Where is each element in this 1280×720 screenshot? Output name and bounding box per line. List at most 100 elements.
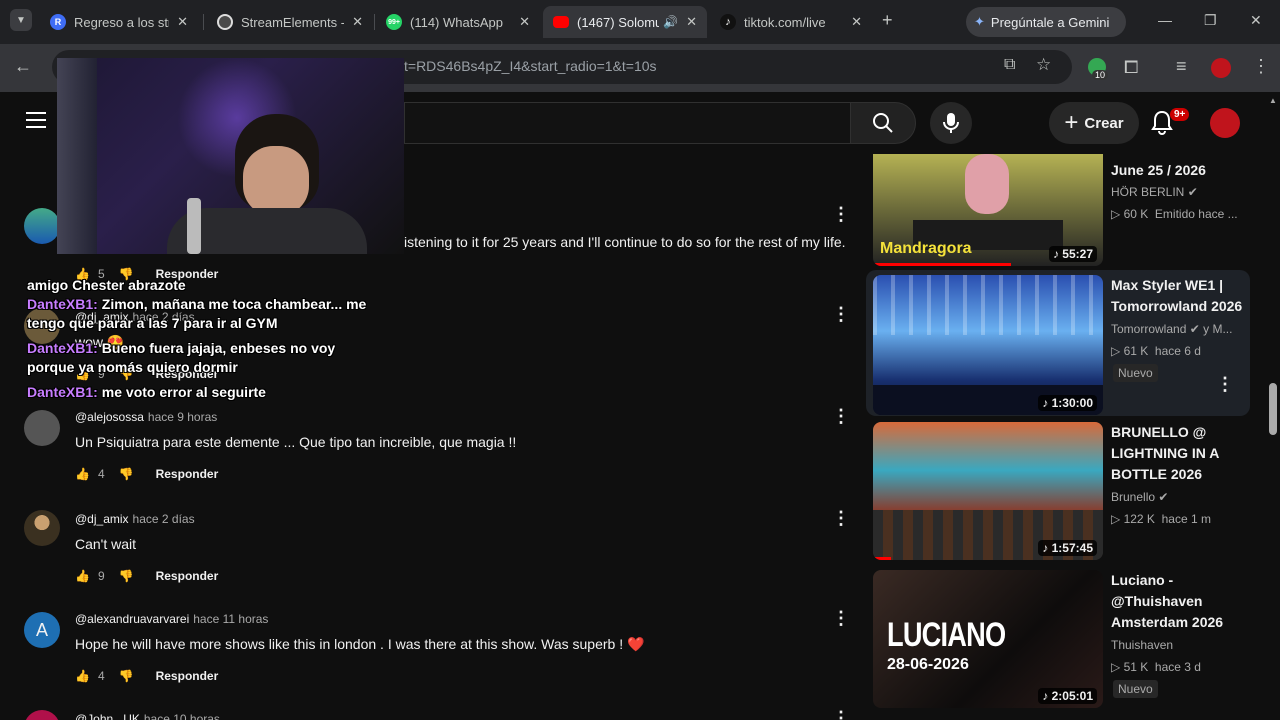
voice-search-button[interactable] [930, 102, 972, 144]
minimize-button[interactable]: — [1158, 12, 1172, 28]
comment-menu-icon[interactable]: ⋮ [832, 304, 850, 325]
recommendation-item[interactable]: ♪ 1:30:00 Max Styler WE1 | Tomorrowland … [866, 270, 1250, 416]
channel-name[interactable]: Thuishaven [1111, 638, 1173, 652]
whatsapp-icon: 99+ [386, 14, 402, 30]
comment-menu-icon[interactable]: ⋮ [832, 204, 850, 225]
recommendation-item[interactable]: Mandragora ♪ 55:27 June 25 / 2026 HÖR BE… [866, 154, 1250, 286]
puzzle-extensions-icon[interactable]: ⧠ [1124, 57, 1138, 78]
comment-time[interactable]: hace 10 horas [144, 712, 220, 720]
install-app-icon[interactable]: ⧉ [1004, 56, 1015, 74]
channel-name[interactable]: Brunello ✔ [1111, 490, 1168, 504]
chat-user: DanteXB1: [27, 340, 98, 356]
tab-favicon: R [50, 14, 66, 30]
video-meta: ▷ 122 K hace 1 m [1111, 512, 1211, 526]
comment-time[interactable]: hace 11 horas [193, 612, 268, 626]
verified-icon: ✔ [1187, 185, 1198, 199]
recommendation-item[interactable]: ♪ 1:57:45 BRUNELLO @ LIGHTNING IN A BOTT… [866, 422, 1250, 568]
tab-streamelements[interactable]: StreamElements - ✕ [207, 6, 373, 38]
channel-name[interactable]: Tomorrowland ✔ y M... [1111, 322, 1232, 336]
video-duration: ♪ 1:57:45 [1038, 540, 1097, 556]
browser-tab-strip: ▼ R Regreso a los stre ✕ StreamElements … [0, 0, 1280, 44]
video-thumbnail[interactable]: ♪ 1:57:45 [873, 422, 1103, 560]
streamer-webcam-overlay [57, 58, 404, 254]
restore-button[interactable]: ❐ [1204, 12, 1217, 29]
create-label: Crear [1084, 114, 1124, 132]
comment-avatar[interactable] [24, 510, 60, 546]
close-icon[interactable]: ✕ [851, 14, 862, 30]
comment-menu-icon[interactable]: ⋮ [832, 608, 850, 629]
comment-menu-icon[interactable]: ⋮ [832, 508, 850, 529]
hamburger-menu-icon[interactable] [26, 112, 46, 128]
recommendation-item[interactable]: LUCIANO 28-06-2026 ♪ 2:05:01 Luciano - @… [866, 570, 1250, 716]
chat-message: DanteXB1: me voto error al seguirte [27, 383, 367, 402]
close-icon[interactable]: ✕ [686, 14, 697, 30]
like-icon[interactable]: 👍 [75, 467, 90, 481]
comment-avatar[interactable] [24, 410, 60, 446]
channel-name[interactable]: HÖR BERLIN ✔ [1111, 185, 1198, 199]
comment-avatar[interactable] [24, 710, 60, 720]
back-arrow-icon[interactable]: ← [14, 56, 32, 77]
like-icon[interactable]: 👍 [75, 569, 90, 583]
video-title[interactable]: Luciano - @Thuishaven Amsterdam 2026 [1111, 570, 1246, 633]
video-thumbnail[interactable]: Mandragora ♪ 55:27 [873, 154, 1103, 266]
comment-time[interactable]: hace 9 horas [148, 410, 217, 424]
scroll-up-arrow[interactable]: ▲ [1269, 96, 1277, 105]
comment-avatar[interactable] [24, 208, 60, 244]
close-icon[interactable]: ✕ [177, 14, 188, 30]
like-count: 4 [97, 467, 105, 481]
comment-author[interactable]: @alexandruavarvarei [75, 612, 189, 626]
dislike-icon[interactable]: 👎 [119, 467, 134, 481]
video-title[interactable]: BRUNELLO @ LIGHTNING IN A BOTTLE 2026 [1111, 422, 1246, 485]
comment-text: Un Psiquiatra para este demente ... Que … [75, 434, 517, 450]
account-avatar[interactable] [1210, 108, 1240, 138]
url-text[interactable]: t=RDS46Bs4pZ_I4&start_radio=1&t=10s [404, 58, 657, 74]
comment-menu-icon[interactable]: ⋮ [832, 708, 850, 720]
browser-menu-icon[interactable]: ⋮ [1252, 56, 1270, 77]
like-icon[interactable]: 👍 [75, 669, 90, 683]
reply-button[interactable]: Responder [156, 569, 219, 583]
tab-tiktok[interactable]: ♪ tiktok.com/live ✕ [710, 6, 872, 38]
video-thumbnail[interactable]: ♪ 1:30:00 [873, 275, 1103, 415]
search-input[interactable] [404, 102, 850, 144]
reply-button[interactable]: Responder [156, 467, 219, 481]
dislike-icon[interactable]: 👎 [119, 569, 134, 583]
reply-button[interactable]: Responder [156, 669, 219, 683]
comment-avatar[interactable]: A [24, 612, 60, 648]
comment-time[interactable]: hace 2 días [133, 512, 195, 526]
speaker-icon[interactable]: 🔊 [663, 15, 678, 29]
comment-author[interactable]: @dj_amix [75, 512, 129, 526]
comment-author[interactable]: @alejosossa [75, 410, 144, 424]
gemini-button[interactable]: ✦ Pregúntale a Gemini [966, 7, 1126, 37]
gemini-label: Pregúntale a Gemini [990, 14, 1110, 30]
close-icon[interactable]: ✕ [519, 14, 530, 30]
close-icon[interactable]: ✕ [352, 14, 363, 30]
comment-header: @John...UK hace 10 horas [75, 712, 220, 720]
plus-icon: + [1064, 109, 1079, 136]
comment-header: @alexandruavarvarei hace 11 horas [75, 612, 268, 626]
tab-title: (114) WhatsApp [410, 14, 503, 30]
video-title[interactable]: June 25 / 2026 [1111, 160, 1246, 181]
tab-whatsapp[interactable]: 99+ (114) WhatsApp ✕ [376, 6, 540, 38]
media-controls-icon[interactable]: ≡ [1176, 56, 1187, 77]
video-menu-icon[interactable]: ⋮ [1216, 374, 1234, 395]
tab-title: (1467) Solomu [577, 14, 660, 30]
gemini-sparkle-icon: ✦ [974, 14, 985, 29]
video-thumbnail[interactable]: LUCIANO 28-06-2026 ♪ 2:05:01 [873, 570, 1103, 708]
comment-author[interactable]: @John...UK [75, 712, 140, 720]
streamelements-icon [217, 14, 233, 30]
new-tab-button[interactable]: + [882, 10, 893, 31]
create-button[interactable]: + Crear [1049, 102, 1139, 144]
bookmark-star-icon[interactable]: ☆ [1036, 55, 1051, 75]
tab-search-button[interactable]: ▼ [10, 9, 32, 31]
window-close-button[interactable]: ✕ [1250, 12, 1262, 29]
search-button[interactable] [850, 102, 916, 144]
comment-menu-icon[interactable]: ⋮ [832, 406, 850, 427]
comment-header: @dj_amix hace 2 días [75, 512, 195, 526]
video-title[interactable]: Max Styler WE1 | Tomorrowland 2026 [1111, 275, 1246, 317]
tiktok-icon: ♪ [720, 14, 736, 30]
tab-youtube-active[interactable]: (1467) Solomu 🔊 ✕ [543, 6, 707, 38]
dislike-icon[interactable]: 👎 [119, 669, 134, 683]
scrollbar-thumb[interactable] [1269, 383, 1277, 435]
profile-avatar[interactable] [1211, 58, 1231, 78]
tab-regreso[interactable]: R Regreso a los stre ✕ [40, 6, 198, 38]
